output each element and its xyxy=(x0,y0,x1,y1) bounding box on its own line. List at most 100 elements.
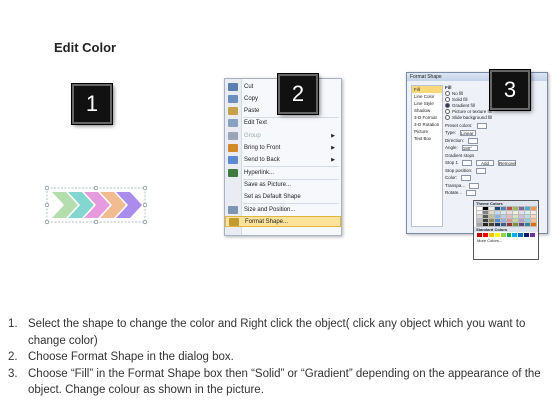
theme-color-swatch[interactable] xyxy=(506,210,513,215)
nav-item-picture[interactable]: Picture xyxy=(412,128,442,135)
theme-color-swatch[interactable] xyxy=(524,214,531,219)
menu-item-edit-text[interactable]: Edit Text xyxy=(225,118,341,129)
standard-color-swatch[interactable] xyxy=(518,233,524,237)
radio-icon[interactable] xyxy=(445,109,450,115)
radio-icon[interactable] xyxy=(445,97,450,103)
theme-colors-grid[interactable] xyxy=(474,206,538,227)
theme-color-swatch[interactable] xyxy=(482,222,489,227)
theme-color-swatch[interactable] xyxy=(488,210,495,215)
menu-item-bring-to-front[interactable]: Bring to Front ▶ xyxy=(225,143,341,154)
menu-item-save-as-picture[interactable]: Save as Picture... xyxy=(225,179,341,190)
radio-icon[interactable] xyxy=(445,115,450,121)
dialog-nav[interactable]: Fill Line Color Line Style Shadow 3-D Format… xyxy=(411,85,443,227)
field-control[interactable] xyxy=(469,182,480,189)
theme-color-swatch[interactable] xyxy=(488,214,495,219)
radio-icon[interactable] xyxy=(445,91,450,97)
field-control[interactable] xyxy=(466,190,477,196)
theme-color-swatch[interactable] xyxy=(500,206,507,211)
theme-color-swatch[interactable] xyxy=(506,206,513,211)
menu-item-hyperlink[interactable]: Hyperlink... xyxy=(225,167,341,178)
more-colors-link[interactable]: More Colors... xyxy=(474,238,538,243)
nav-item-line-style[interactable]: Line Style xyxy=(412,100,442,107)
theme-color-swatch[interactable] xyxy=(518,218,525,223)
menu-item-size-and-position[interactable]: Size and Position... xyxy=(225,204,341,215)
theme-color-swatch[interactable] xyxy=(530,206,537,211)
theme-color-swatch[interactable] xyxy=(506,218,513,223)
nav-item-3-d-format[interactable]: 3-D Format xyxy=(412,114,442,121)
theme-color-swatch[interactable] xyxy=(500,218,507,223)
field-control[interactable]: Linear xyxy=(460,130,477,136)
field-control[interactable] xyxy=(468,137,479,144)
theme-color-swatch[interactable] xyxy=(494,222,501,227)
color-palette[interactable]: Theme Colors Standard Colors More Colors… xyxy=(473,200,539,260)
menu-item-set-as-default-shape[interactable]: Set as Default Shape xyxy=(225,192,341,203)
theme-color-swatch[interactable] xyxy=(512,222,519,227)
field-control[interactable] xyxy=(476,167,487,174)
theme-color-swatch[interactable] xyxy=(512,206,519,211)
theme-color-swatch[interactable] xyxy=(524,210,531,215)
theme-color-swatch[interactable] xyxy=(500,210,507,215)
standard-color-swatch[interactable] xyxy=(512,233,518,237)
radio-icon[interactable] xyxy=(445,103,450,109)
theme-color-swatch[interactable] xyxy=(530,214,537,219)
fill-option[interactable]: Slide background fill xyxy=(445,115,541,121)
theme-color-swatch[interactable] xyxy=(476,206,483,211)
theme-color-swatch[interactable] xyxy=(482,214,489,219)
standard-color-swatch[interactable] xyxy=(506,233,512,237)
standard-color-swatch[interactable] xyxy=(494,233,500,237)
theme-color-swatch[interactable] xyxy=(488,222,495,227)
standard-color-swatch[interactable] xyxy=(530,233,536,237)
theme-color-swatch[interactable] xyxy=(482,206,489,211)
theme-color-swatch[interactable] xyxy=(494,210,501,215)
standard-color-swatch[interactable] xyxy=(488,233,494,237)
theme-color-swatch[interactable] xyxy=(476,218,483,223)
theme-color-swatch[interactable] xyxy=(476,214,483,219)
standard-color-swatch[interactable] xyxy=(477,233,482,237)
nav-item-line-color[interactable]: Line Color xyxy=(412,93,442,100)
theme-color-swatch[interactable] xyxy=(488,206,495,211)
nav-item-text-box[interactable]: Text Box xyxy=(412,135,442,142)
field-control[interactable]: 180° xyxy=(461,145,478,151)
theme-color-swatch[interactable] xyxy=(524,222,531,227)
theme-color-swatch[interactable] xyxy=(488,218,495,223)
theme-color-swatch[interactable] xyxy=(524,218,531,223)
arrow-shape-svg[interactable] xyxy=(44,184,148,226)
theme-color-swatch[interactable] xyxy=(500,222,507,227)
theme-color-swatch[interactable] xyxy=(518,222,525,227)
menu-item-send-to-back[interactable]: Send to Back ▶ xyxy=(225,155,341,166)
theme-color-swatch[interactable] xyxy=(476,222,483,227)
field-control[interactable] xyxy=(462,160,473,166)
add-stop-button[interactable]: Add xyxy=(476,160,495,166)
menu-item-group[interactable]: Group ▶ xyxy=(225,130,341,141)
nav-item-3-d-rotation[interactable]: 3-D Rotation xyxy=(412,121,442,128)
theme-color-swatch[interactable] xyxy=(494,206,501,211)
theme-color-swatch[interactable] xyxy=(530,222,537,227)
theme-color-swatch[interactable] xyxy=(518,210,525,215)
standard-color-swatch[interactable] xyxy=(482,233,488,237)
theme-color-swatch[interactable] xyxy=(494,214,501,219)
theme-color-swatch[interactable] xyxy=(482,210,489,215)
field-control[interactable] xyxy=(476,122,487,129)
theme-color-swatch[interactable] xyxy=(518,214,525,219)
theme-color-swatch[interactable] xyxy=(500,214,507,219)
theme-color-swatch[interactable] xyxy=(530,218,537,223)
theme-color-swatch[interactable] xyxy=(512,218,519,223)
theme-color-swatch[interactable] xyxy=(476,210,483,215)
remove-stop-button[interactable]: Remove xyxy=(498,160,517,166)
field-control[interactable] xyxy=(461,175,472,181)
arrow-shape-group[interactable] xyxy=(44,184,148,226)
menu-item-format-shape[interactable]: Format Shape... xyxy=(225,216,341,228)
theme-color-swatch[interactable] xyxy=(512,214,519,219)
theme-color-swatch[interactable] xyxy=(494,218,501,223)
theme-color-swatch[interactable] xyxy=(518,206,525,211)
theme-color-swatch[interactable] xyxy=(506,222,513,227)
theme-color-swatch[interactable] xyxy=(482,218,489,223)
standard-color-swatch[interactable] xyxy=(500,233,506,237)
theme-color-swatch[interactable] xyxy=(512,210,519,215)
nav-item-shadow[interactable]: Shadow xyxy=(412,107,442,114)
theme-color-swatch[interactable] xyxy=(530,210,537,215)
theme-color-swatch[interactable] xyxy=(506,214,513,219)
nav-item-fill[interactable]: Fill xyxy=(412,86,442,93)
theme-color-swatch[interactable] xyxy=(524,206,531,211)
standard-color-swatch[interactable] xyxy=(524,233,530,237)
